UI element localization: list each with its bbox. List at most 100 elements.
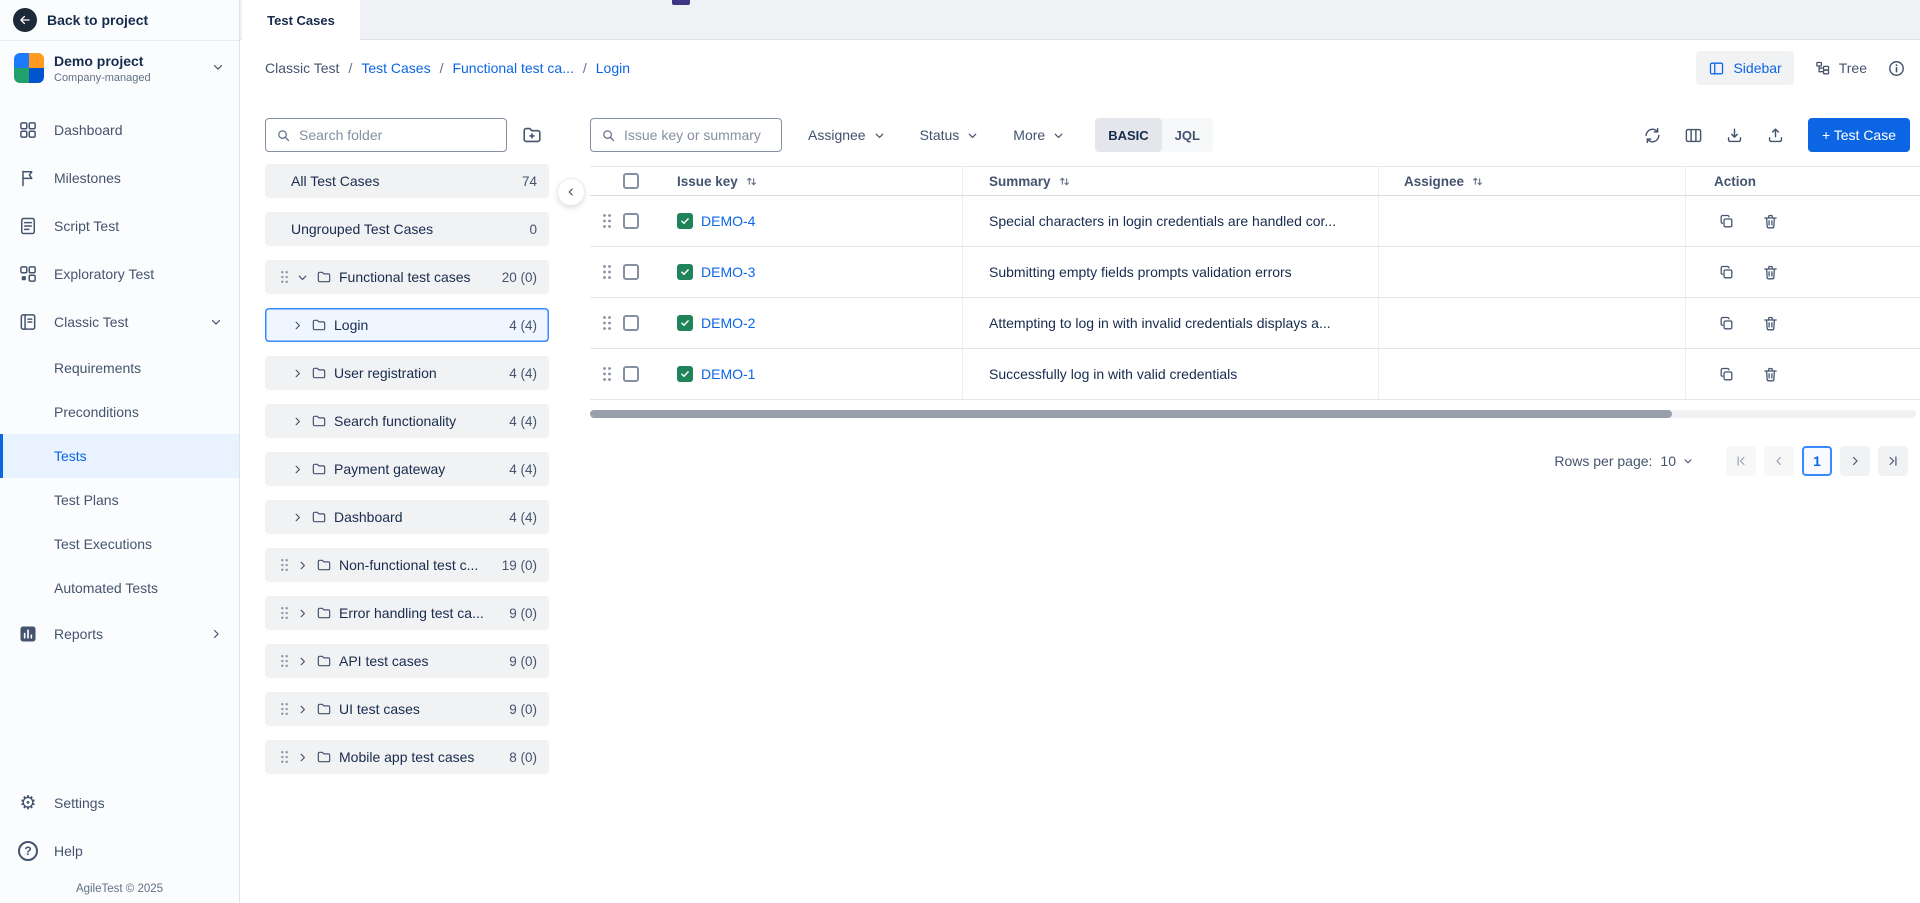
sidebar-item-test-plans[interactable]: Test Plans [0,478,239,522]
sidebar-item-milestones[interactable]: Milestones [0,154,239,202]
sidebar-item-tests[interactable]: Tests [0,434,239,478]
chevron-right-icon[interactable] [296,655,309,668]
previous-page-button[interactable] [1764,446,1794,476]
clone-button[interactable] [1714,362,1738,386]
table-row[interactable]: DEMO-4 Special characters in login crede… [590,196,1920,247]
drag-handle-icon[interactable] [279,702,289,716]
column-issue-key[interactable]: Issue key [677,174,758,189]
drag-handle-icon[interactable] [598,264,616,280]
sidebar-item-script-test[interactable]: Script Test [0,202,239,250]
chevron-right-icon[interactable] [296,559,309,572]
column-assignee[interactable]: Assignee [1404,174,1484,189]
folder-item-api-test-cases[interactable]: API test cases 9 (0) [265,644,549,678]
issue-key-link[interactable]: DEMO-1 [701,366,755,382]
add-folder-button[interactable] [515,118,549,152]
chevron-down-icon[interactable] [296,271,309,284]
delete-button[interactable] [1758,209,1782,233]
mode-basic-button[interactable]: BASIC [1095,118,1161,152]
drag-handle-icon[interactable] [279,606,289,620]
rows-per-page-select[interactable]: 10 [1660,453,1694,469]
drag-handle-icon[interactable] [279,654,289,668]
back-to-project-button[interactable]: Back to project [0,0,239,41]
row-checkbox[interactable] [623,315,639,331]
breadcrumb-classic-test[interactable]: Classic Test [265,60,339,76]
chevron-right-icon[interactable] [291,367,304,380]
chevron-right-icon[interactable] [291,511,304,524]
page-1-button[interactable]: 1 [1802,446,1832,476]
folder-item-functional-test-cases[interactable]: Functional test cases 20 (0) [265,260,549,294]
column-summary[interactable]: Summary [989,174,1071,189]
chevron-right-icon[interactable] [291,319,304,332]
tab-test-cases[interactable]: Test Cases [242,0,360,41]
mode-jql-button[interactable]: JQL [1162,118,1213,152]
folder-search-input[interactable] [299,127,496,143]
last-page-button[interactable] [1878,446,1908,476]
folder-item-error-handling[interactable]: Error handling test ca... 9 (0) [265,596,549,630]
breadcrumb-functional-test-cases[interactable]: Functional test ca... [452,60,573,76]
refresh-button[interactable] [1641,123,1665,147]
table-row[interactable]: DEMO-3 Submitting empty fields prompts v… [590,247,1920,298]
issue-key-link[interactable]: DEMO-3 [701,264,755,280]
project-switcher[interactable]: Demo project Company-managed [0,41,239,94]
tree-view-button[interactable]: Tree [1806,51,1875,85]
sidebar-item-automated-tests[interactable]: Automated Tests [0,566,239,610]
collapse-folder-panel-button[interactable] [558,179,584,205]
drag-handle-icon[interactable] [598,213,616,229]
assignee-filter-button[interactable]: Assignee [798,118,896,152]
folder-item-all-test-cases[interactable]: All Test Cases 74 [265,164,549,198]
folder-item-non-functional[interactable]: Non-functional test c... 19 (0) [265,548,549,582]
chevron-right-icon[interactable] [296,751,309,764]
row-checkbox[interactable] [623,264,639,280]
select-all-checkbox[interactable] [623,173,639,189]
first-page-button[interactable] [1726,446,1756,476]
more-filter-button[interactable]: More [1003,118,1075,152]
drag-handle-icon[interactable] [598,366,616,382]
drag-handle-icon[interactable] [598,315,616,331]
drag-handle-icon[interactable] [279,558,289,572]
status-filter-button[interactable]: Status [910,118,990,152]
sidebar-item-exploratory-test[interactable]: Exploratory Test [0,250,239,298]
sidebar-item-preconditions[interactable]: Preconditions [0,390,239,434]
clone-button[interactable] [1714,260,1738,284]
scrollbar-thumb[interactable] [590,410,1672,418]
delete-button[interactable] [1758,260,1782,284]
drag-handle-icon[interactable] [279,750,289,764]
sidebar-view-button[interactable]: Sidebar [1696,51,1793,85]
folder-item-user-registration[interactable]: User registration 4 (4) [265,356,549,390]
chevron-right-icon[interactable] [291,415,304,428]
table-row[interactable]: DEMO-1 Successfully log in with valid cr… [590,349,1920,400]
sidebar-item-classic-test[interactable]: Classic Test [0,298,239,346]
chevron-right-icon[interactable] [296,703,309,716]
sidebar-item-requirements[interactable]: Requirements [0,346,239,390]
folder-item-dashboard[interactable]: Dashboard 4 (4) [265,500,549,534]
issue-key-link[interactable]: DEMO-4 [701,213,755,229]
chevron-right-icon[interactable] [291,463,304,476]
folder-item-mobile-app-test-cases[interactable]: Mobile app test cases 8 (0) [265,740,549,774]
row-checkbox[interactable] [623,213,639,229]
drag-handle-icon[interactable] [279,270,289,284]
add-test-case-button[interactable]: + Test Case [1808,118,1910,152]
info-icon[interactable] [1887,59,1906,78]
folder-item-ui-test-cases[interactable]: UI test cases 9 (0) [265,692,549,726]
folder-item-search-functionality[interactable]: Search functionality 4 (4) [265,404,549,438]
row-checkbox[interactable] [623,366,639,382]
sidebar-item-test-executions[interactable]: Test Executions [0,522,239,566]
sidebar-item-settings[interactable]: ⚙ Settings [0,779,239,827]
issue-search-input[interactable] [624,127,771,143]
clone-button[interactable] [1714,209,1738,233]
columns-button[interactable] [1682,123,1706,147]
next-page-button[interactable] [1840,446,1870,476]
folder-item-payment-gateway[interactable]: Payment gateway 4 (4) [265,452,549,486]
sidebar-item-dashboard[interactable]: Dashboard [0,106,239,154]
clone-button[interactable] [1714,311,1738,335]
import-button[interactable] [1764,123,1788,147]
sidebar-item-help[interactable]: ? Help [0,827,239,875]
export-button[interactable] [1723,123,1747,147]
folder-item-login[interactable]: Login 4 (4) [265,308,549,342]
breadcrumb-test-cases[interactable]: Test Cases [361,60,430,76]
delete-button[interactable] [1758,311,1782,335]
sidebar-item-reports[interactable]: Reports [0,610,239,658]
chevron-right-icon[interactable] [296,607,309,620]
delete-button[interactable] [1758,362,1782,386]
issue-key-link[interactable]: DEMO-2 [701,315,755,331]
